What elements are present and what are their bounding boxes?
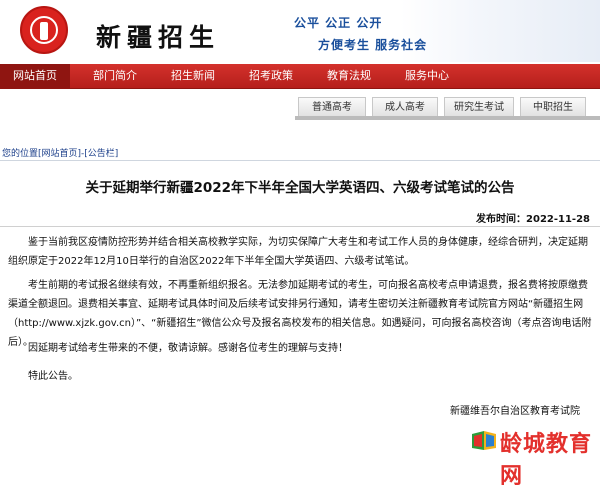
- site-logo-icon[interactable]: [20, 6, 68, 54]
- tab-vocational[interactable]: 中职招生: [520, 97, 586, 116]
- breadcrumb-bar: 您的位置[网站首页]-[公告栏]: [0, 144, 600, 161]
- slogan-line-1: 公平 公正 公开: [294, 16, 383, 30]
- publish-date-value: 2022-11-28: [526, 214, 590, 225]
- breadcrumb[interactable]: 您的位置[网站首页]-[公告栏]: [2, 146, 118, 159]
- nav-item-news[interactable]: 招生新闻: [158, 64, 228, 88]
- site-name[interactable]: 新疆招生: [96, 18, 220, 54]
- article-title: 关于延期举行新疆2022年下半年全国大学英语四、六级考试笔试的公告: [85, 180, 515, 196]
- main-nav: 网站首页 部门简介 招生新闻 招考政策 教育法规 服务中心: [0, 64, 600, 89]
- site-header: 新疆招生 公平 公正 公开 方便考生 服务社会: [0, 0, 600, 62]
- tab-adult-exam[interactable]: 成人高考: [372, 97, 438, 116]
- article-paragraph-1: 鉴于当前我区疫情防控形势并结合相关高校教学实际，为切实保障广大考生和考试工作人员…: [8, 237, 588, 267]
- article-signer: 新疆维吾尔自治区教育考试院: [450, 406, 580, 417]
- nav-item-regulations[interactable]: 教育法规: [314, 64, 384, 88]
- publish-date-label: 发布时间：: [476, 214, 527, 225]
- watermark: 龄城教育网: [470, 424, 600, 489]
- header-cloud-decoration: [400, 0, 600, 62]
- tab-general-exam[interactable]: 普通高考: [298, 97, 366, 116]
- nav-item-home[interactable]: 网站首页: [0, 64, 70, 88]
- nav-item-about[interactable]: 部门简介: [80, 64, 150, 88]
- nav-item-policy[interactable]: 招考政策: [236, 64, 306, 88]
- nav-item-service[interactable]: 服务中心: [392, 64, 462, 88]
- article-paragraph-4: 特此公告。: [28, 371, 78, 382]
- tab-graduate-exam[interactable]: 研究生考试: [444, 97, 514, 116]
- book-icon: [472, 431, 496, 450]
- sub-tab-underline: [295, 116, 600, 120]
- slogan-line-2: 方便考生 服务社会: [318, 38, 428, 52]
- watermark-text: 龄城教育网: [500, 432, 593, 489]
- article-paragraph-3: 因延期考试给考生带来的不便，敬请谅解。感谢各位考生的理解与支持！: [28, 343, 348, 354]
- title-divider: [0, 226, 600, 227]
- publish-date: 发布时间：2022-11-28: [476, 210, 590, 225]
